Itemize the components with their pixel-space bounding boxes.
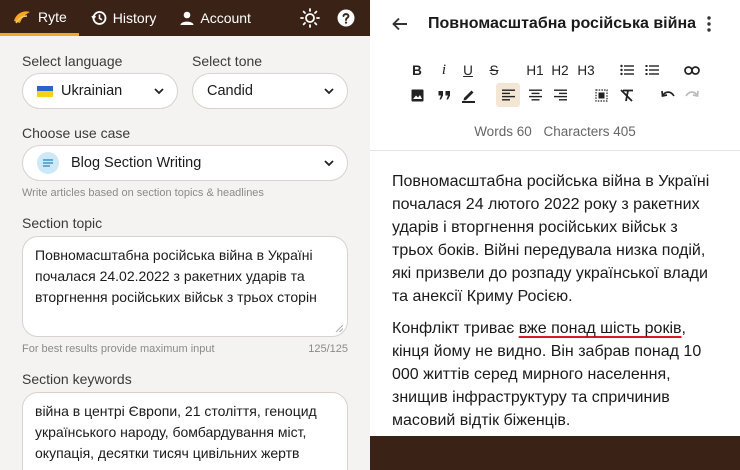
italic-button[interactable]: i bbox=[432, 58, 456, 82]
topic-label: Section topic bbox=[22, 215, 103, 231]
character-count: Characters 405 bbox=[543, 124, 636, 139]
tab-account-label: Account bbox=[200, 10, 251, 26]
numbered-list-button[interactable] bbox=[640, 58, 664, 82]
use-case-hint: Write articles based on section topics &… bbox=[22, 187, 264, 199]
heading1-button[interactable]: H1 bbox=[523, 58, 547, 82]
link-icon bbox=[684, 65, 700, 75]
tab-ryte[interactable]: Ryte bbox=[0, 0, 79, 36]
chevron-down-icon bbox=[324, 88, 334, 95]
underline-button[interactable]: U bbox=[456, 58, 480, 82]
editor-content[interactable]: Повномасштабна російська війна в Україні… bbox=[392, 170, 722, 441]
keywords-value: війна в центрі Європи, 21 століття, гено… bbox=[35, 403, 317, 461]
word-count: Words 60 bbox=[474, 124, 532, 139]
tone-label: Select tone bbox=[192, 53, 263, 69]
settings-panel: Ryte History Account Select language Ukr… bbox=[0, 0, 370, 470]
paragraph-2-start: Конфлікт триває bbox=[392, 320, 519, 337]
use-case-select[interactable]: Blog Section Writing bbox=[22, 145, 348, 181]
topic-value: Повномасштабна російська війна в Україні… bbox=[35, 247, 317, 305]
divider bbox=[370, 150, 740, 151]
align-left-button[interactable] bbox=[496, 83, 520, 107]
select-all-button[interactable] bbox=[589, 83, 613, 107]
resize-handle-icon[interactable] bbox=[335, 324, 343, 332]
text-color-button[interactable] bbox=[456, 83, 480, 107]
back-button[interactable] bbox=[392, 17, 428, 31]
history-icon bbox=[91, 11, 107, 25]
help-icon bbox=[337, 9, 355, 27]
document-icon bbox=[37, 152, 59, 174]
topic-hint: For best results provide maximum input bbox=[22, 343, 215, 355]
align-right-button[interactable] bbox=[548, 83, 572, 107]
document-stats: Words 60 Characters 405 bbox=[370, 124, 740, 139]
use-case-label: Choose use case bbox=[22, 125, 131, 141]
tab-ryte-label: Ryte bbox=[38, 8, 67, 25]
align-center-icon bbox=[528, 89, 542, 101]
clear-format-icon bbox=[620, 88, 633, 102]
top-nav: Ryte History Account bbox=[0, 0, 370, 36]
tab-history-label: History bbox=[112, 10, 157, 26]
tone-select[interactable]: Candid bbox=[192, 73, 348, 109]
redo-button[interactable] bbox=[680, 83, 704, 107]
heading2-button[interactable]: H2 bbox=[548, 58, 572, 82]
align-center-button[interactable] bbox=[523, 83, 547, 107]
language-label: Select language bbox=[22, 53, 123, 69]
document-title: Повномасштабна російська війна bbox=[428, 15, 696, 32]
keywords-label: Section keywords bbox=[22, 371, 132, 387]
account-icon bbox=[180, 11, 194, 25]
align-right-icon bbox=[553, 89, 567, 101]
ukraine-flag-icon bbox=[37, 85, 53, 97]
strikethrough-button[interactable]: S bbox=[482, 58, 506, 82]
more-vertical-icon[interactable] bbox=[706, 16, 712, 32]
theme-sun-icon bbox=[300, 8, 320, 28]
bullet-list-button[interactable] bbox=[615, 58, 639, 82]
help-button[interactable] bbox=[328, 0, 364, 36]
image-icon bbox=[411, 89, 423, 101]
paragraph-2: Конфлікт триває вже понад шість років, к… bbox=[392, 317, 722, 432]
heading3-button[interactable]: H3 bbox=[574, 58, 598, 82]
editor-paper: Повномасштабна російська війна B i U S H… bbox=[370, 0, 740, 436]
undo-button[interactable] bbox=[656, 83, 680, 107]
bullet-list-icon bbox=[620, 64, 634, 76]
pen-icon bbox=[461, 90, 475, 103]
underlined-phrase: вже понад шість років bbox=[518, 320, 682, 337]
align-left-icon bbox=[501, 89, 515, 101]
undo-icon bbox=[661, 90, 675, 98]
paragraph-1: Повномасштабна російська війна в Україні… bbox=[392, 173, 710, 305]
theme-toggle-button[interactable] bbox=[292, 0, 328, 36]
chevron-down-icon bbox=[154, 88, 164, 95]
bold-button[interactable]: B bbox=[405, 58, 429, 82]
topic-counter: 125/125 bbox=[308, 343, 348, 355]
use-case-value: Blog Section Writing bbox=[71, 155, 202, 171]
editor-header: Повномасштабна російська війна bbox=[370, 0, 740, 48]
numbered-list-icon bbox=[645, 65, 659, 75]
redo-icon bbox=[685, 90, 699, 98]
topic-textarea[interactable]: Повномасштабна російська війна в Україні… bbox=[22, 236, 348, 337]
chevron-down-icon bbox=[324, 160, 334, 167]
quote-icon bbox=[438, 91, 450, 100]
language-value: Ukrainian bbox=[61, 83, 123, 99]
ryte-logo-icon bbox=[14, 10, 30, 23]
select-all-icon bbox=[594, 88, 608, 102]
tab-account[interactable]: Account bbox=[168, 0, 263, 36]
link-button[interactable] bbox=[680, 58, 704, 82]
quote-button[interactable] bbox=[432, 83, 456, 107]
image-button[interactable] bbox=[405, 83, 429, 107]
clear-format-button[interactable] bbox=[615, 83, 639, 107]
tab-history[interactable]: History bbox=[79, 0, 169, 36]
arrow-left-icon bbox=[392, 17, 407, 31]
keywords-textarea[interactable]: війна в центрі Європи, 21 століття, гено… bbox=[22, 392, 348, 470]
language-select[interactable]: Ukrainian bbox=[22, 73, 178, 109]
editor-panel: Повномасштабна російська війна B i U S H… bbox=[370, 0, 740, 470]
tone-value: Candid bbox=[207, 83, 253, 99]
